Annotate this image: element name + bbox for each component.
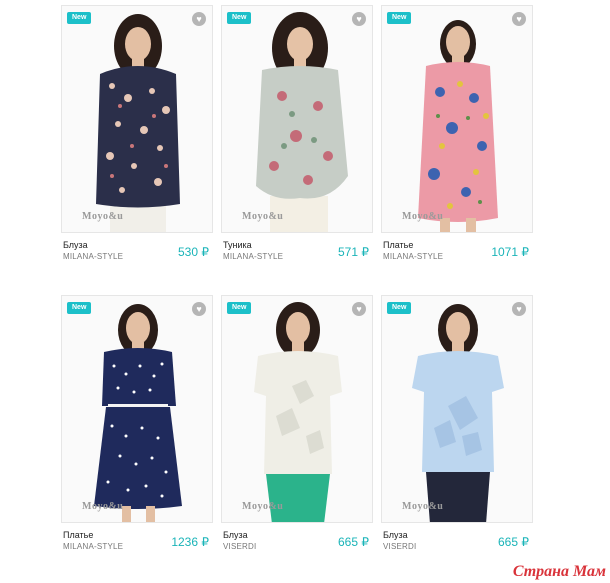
product-card[interactable]: New ♥ Moyo&u Блуза MILANA-STYLE 530 ₽ xyxy=(61,5,213,270)
new-badge: New xyxy=(67,302,92,314)
product-price: 1236 ₽ xyxy=(171,535,209,549)
watermark-logo: Moyo&u xyxy=(402,501,444,512)
product-photo[interactable]: New ♥ Moyo&u xyxy=(61,295,213,523)
new-badge: New xyxy=(387,12,412,24)
product-price: 530 ₽ xyxy=(178,245,209,259)
product-type[interactable]: Блуза xyxy=(223,530,248,540)
heart-icon[interactable]: ♥ xyxy=(512,302,526,316)
watermark-logo: Moyo&u xyxy=(402,211,444,222)
new-badge: New xyxy=(67,12,92,24)
product-photo[interactable]: New ♥ Moyo&u xyxy=(381,295,533,523)
product-photo[interactable]: New ♥ Moyo&u xyxy=(221,5,373,233)
product-card[interactable]: New ♥ Moyo&u Платье MILANA-STYLE 1236 ₽ xyxy=(61,295,213,560)
product-photo[interactable]: New ♥ Moyo&u xyxy=(221,295,373,523)
site-logo: Страна Мам xyxy=(512,563,606,580)
product-price: 571 ₽ xyxy=(338,245,369,259)
product-price: 665 ₽ xyxy=(498,535,529,549)
product-price: 1071 ₽ xyxy=(491,245,529,259)
product-brand: VISERDI xyxy=(383,542,417,551)
product-type[interactable]: Блуза xyxy=(383,530,408,540)
model-image xyxy=(254,302,342,522)
product-brand: MILANA-STYLE xyxy=(223,252,284,261)
watermark-logo: Moyo&u xyxy=(82,211,124,222)
product-card[interactable]: New ♥ Moyo&u Платье MILANA-STYLE 1071 ₽ xyxy=(381,5,533,270)
product-info: Туника MILANA-STYLE 571 ₽ xyxy=(221,240,373,270)
product-info: Платье MILANA-STYLE 1071 ₽ xyxy=(381,240,533,270)
model-image xyxy=(418,20,498,232)
model-image xyxy=(94,304,182,522)
heart-icon[interactable]: ♥ xyxy=(192,302,206,316)
new-badge: New xyxy=(227,302,252,314)
product-card[interactable]: New ♥ Moyo&u Блуза VISERDI 665 ₽ xyxy=(221,295,373,560)
product-type[interactable]: Туника xyxy=(223,240,252,250)
product-info: Блуза MILANA-STYLE 530 ₽ xyxy=(61,240,213,270)
product-brand: MILANA-STYLE xyxy=(383,252,444,261)
product-brand: MILANA-STYLE xyxy=(63,542,124,551)
product-card[interactable]: New ♥ Moyo&u Блуза VISERDI 665 ₽ xyxy=(381,295,533,560)
heart-icon[interactable]: ♥ xyxy=(192,12,206,26)
product-type[interactable]: Платье xyxy=(383,240,413,250)
product-brand: MILANA-STYLE xyxy=(63,252,124,261)
product-info: Блуза VISERDI 665 ₽ xyxy=(381,530,533,560)
product-grid: New ♥ Moyo&u Блуза MILANA-STYLE 530 ₽ Ne… xyxy=(0,0,610,583)
product-photo[interactable]: New ♥ Moyo&u xyxy=(381,5,533,233)
product-type[interactable]: Платье xyxy=(63,530,93,540)
product-info: Платье MILANA-STYLE 1236 ₽ xyxy=(61,530,213,560)
heart-icon[interactable]: ♥ xyxy=(352,302,366,316)
watermark-logo: Moyo&u xyxy=(242,501,284,512)
new-badge: New xyxy=(387,302,412,314)
model-image xyxy=(256,12,348,232)
product-card[interactable]: New ♥ Moyo&u Туника MILANA-STYLE 571 ₽ xyxy=(221,5,373,270)
heart-icon[interactable]: ♥ xyxy=(352,12,366,26)
watermark-logo: Moyo&u xyxy=(82,501,124,512)
product-photo[interactable]: New ♥ Moyo&u xyxy=(61,5,213,233)
product-price: 665 ₽ xyxy=(338,535,369,549)
product-type[interactable]: Блуза xyxy=(63,240,88,250)
watermark-logo: Moyo&u xyxy=(242,211,284,222)
product-info: Блуза VISERDI 665 ₽ xyxy=(221,530,373,560)
heart-icon[interactable]: ♥ xyxy=(512,12,526,26)
product-brand: VISERDI xyxy=(223,542,257,551)
model-image xyxy=(412,304,504,522)
model-image xyxy=(96,14,180,232)
new-badge: New xyxy=(227,12,252,24)
